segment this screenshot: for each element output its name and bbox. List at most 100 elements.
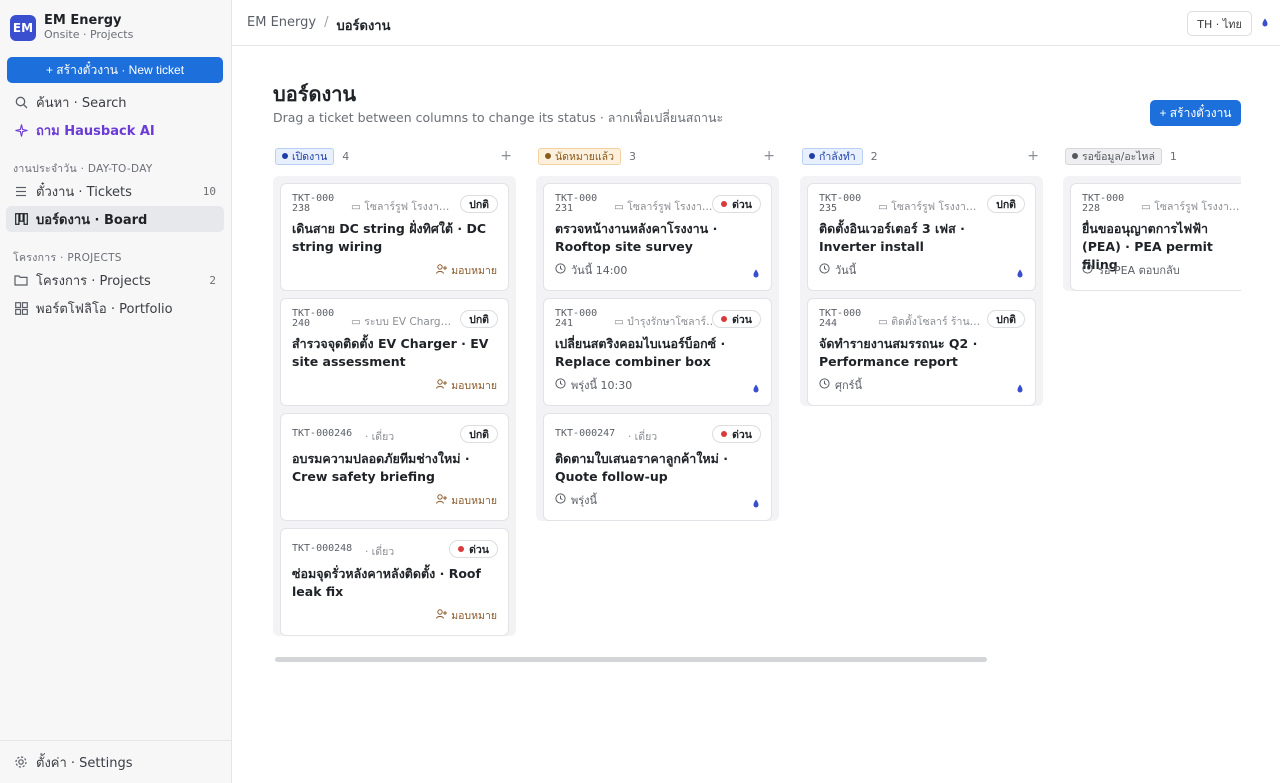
assign-action[interactable]: มอบหมาย (436, 262, 497, 279)
ticket-project: ▭ บำรุงรักษาโซลาร์ โรงแรม (614, 316, 719, 328)
due-label: รอ PEA ตอบกลับ (1098, 264, 1180, 277)
status-dot (809, 153, 815, 159)
priority-badge: ด่วน (712, 310, 761, 328)
ticket-id: TKT-000228 (1082, 193, 1125, 214)
assign-action[interactable]: มอบหมาย (436, 607, 497, 624)
priority-label: ด่วน (469, 543, 489, 556)
column-count: 1 (1169, 149, 1177, 163)
ticket-project: ▭ โซลาร์รูฟ โรงงานสมุทรปราการ (351, 201, 456, 213)
status-label: เปิดงาน (292, 150, 328, 163)
clock-icon (555, 263, 566, 277)
priority-label: ปกติ (469, 198, 489, 211)
sidebar-item-settings[interactable]: ตั้งค่า · Settings (6, 749, 224, 775)
assign-label: มอบหมาย (451, 610, 497, 622)
add-assignee-icon (436, 379, 448, 392)
column-count: 2 (870, 149, 878, 163)
ticket-card[interactable]: TKT-000241 ▭ บำรุงรักษาโซลาร์ โรงแรม ด่ว… (543, 298, 772, 406)
ticket-title: ซ่อมจุดรั่วหลังคาหลังติดตั้ง · Roof leak… (292, 566, 481, 599)
assign-label: มอบหมาย (451, 495, 497, 507)
ticket-id: TKT-000246 (292, 428, 353, 439)
sidebar-item-projects[interactable]: โครงการ · Projects 2 (6, 267, 224, 293)
add-assignee-icon (436, 609, 448, 622)
sidebar-item-label: ถาม Hausback AI (36, 123, 155, 139)
clock-icon (555, 378, 566, 392)
ticket-id: TKT-000244 (819, 308, 862, 329)
column-header: เปิดงาน 4 + (273, 146, 516, 166)
priority-label: ปกติ (469, 313, 489, 326)
add-card-button[interactable]: + (1027, 148, 1039, 164)
status-pill: เปิดงาน (275, 147, 335, 165)
grid-icon (14, 301, 28, 315)
sidebar-item-label: พอร์ตโฟลิโอ · Portfolio (36, 301, 173, 317)
ticket-id: TKT-000235 (819, 193, 862, 214)
board-column-1: เปิดงาน 4 + TKT-000238 ▭ โซลาร์รูฟ โรงงา… (273, 146, 516, 644)
create-ticket-button[interactable]: + สร้างตั๋วงาน (1150, 100, 1241, 126)
avatar-icon[interactable] (1262, 18, 1268, 27)
column-body: TKT-000235 ▭ โซลาร์รูฟ โรงงานสมุทรปราการ… (800, 176, 1043, 406)
due-time: พรุ่งนี้ (555, 491, 597, 509)
sidebar-item-tickets[interactable]: ตั๋วงาน · Tickets 10 (6, 178, 224, 204)
assign-action[interactable]: มอบหมาย (436, 492, 497, 509)
due-time: รอ PEA ตอบกลับ (1082, 261, 1180, 279)
brand-logo: EM (10, 14, 36, 41)
urgent-dot (721, 431, 728, 437)
priority-badge: ปกติ (987, 195, 1025, 213)
new-ticket-button[interactable]: + สร้างตั๋วงาน · New ticket (7, 57, 223, 83)
ticket-project: ▭ ระบบ EV Charger คอนโด (351, 316, 456, 328)
breadcrumb: EM Energy / บอร์ดงาน (247, 15, 391, 36)
breadcrumb-separator: / (324, 15, 329, 30)
status-dot (1072, 153, 1078, 159)
ticket-title: เปลี่ยนสตริงคอมไบเนอร์บ็อกซ์ · Replace c… (555, 336, 726, 369)
sidebar-item-board[interactable]: บอร์ดงาน · Board (6, 206, 224, 232)
due-time: พรุ่งนี้ 10:30 (555, 376, 632, 394)
add-card-button[interactable]: + (763, 148, 775, 164)
priority-badge: ปกติ (460, 195, 498, 213)
ticket-card[interactable]: TKT-000247 · เดี่ยว ด่วน ติดตามใบเสนอราค… (543, 413, 772, 521)
add-card-button[interactable]: + (500, 148, 512, 164)
assignee-avatar-icon (753, 499, 759, 508)
ticket-card[interactable]: TKT-000228 ▭ โซลาร์รูฟ โรงงานสมุทรปราการ… (1070, 183, 1246, 291)
sidebar-item-search[interactable]: ค้นหา · Search (6, 89, 224, 115)
priority-label: ด่วน (732, 198, 752, 211)
ticket-card[interactable]: TKT-000231 ▭ โซลาร์รูฟ โรงงานสมุทรปราการ… (543, 183, 772, 291)
column-header: นัดหมายแล้ว 3 + (536, 146, 779, 166)
sidebar-item-ai[interactable]: ถาม Hausback AI (6, 117, 224, 143)
ticket-project: ▭ โซลาร์รูฟ โรงงานสมุทรปราการ (1141, 201, 1246, 213)
sidebar-item-portfolio[interactable]: พอร์ตโฟลิโอ · Portfolio (6, 295, 224, 321)
breadcrumb-root[interactable]: EM Energy (247, 15, 316, 36)
status-label: นัดหมายแล้ว (555, 150, 614, 163)
status-label: รอข้อมูล/อะไหล่ (1082, 150, 1155, 163)
due-time: ศุกร์นี้ (819, 376, 862, 394)
ticket-card[interactable]: TKT-000248 · เดี่ยว ด่วน ซ่อมจุดรั่วหลัง… (280, 528, 509, 636)
list-icon (14, 184, 28, 198)
ticket-title: ติดตามใบเสนอราคาลูกค้าใหม่ · Quote follo… (555, 451, 729, 484)
ticket-card[interactable]: TKT-000238 ▭ โซลาร์รูฟ โรงงานสมุทรปราการ… (280, 183, 509, 291)
gear-icon (14, 755, 28, 769)
priority-badge: ด่วน (712, 195, 761, 213)
assignee-avatar-icon (1017, 269, 1023, 278)
brand-name: EM Energy (44, 13, 122, 28)
status-pill: รอข้อมูล/อะไหล่ (1065, 147, 1162, 165)
folder-icon (14, 273, 28, 287)
search-icon (14, 95, 28, 109)
language-switcher[interactable]: TH · ไทย (1187, 11, 1252, 36)
assign-action[interactable]: มอบหมาย (436, 377, 497, 394)
ticket-card[interactable]: TKT-000240 ▭ ระบบ EV Charger คอนโด ปกติ … (280, 298, 509, 406)
ticket-card[interactable]: TKT-000235 ▭ โซลาร์รูฟ โรงงานสมุทรปราการ… (807, 183, 1036, 291)
assign-label: มอบหมาย (451, 265, 497, 277)
horizontal-scrollbar[interactable] (275, 657, 987, 662)
priority-badge: ปกติ (460, 310, 498, 328)
topbar: EM Energy / บอร์ดงาน TH · ไทย (232, 0, 1280, 46)
column-count: 4 (342, 149, 350, 163)
sidebar-item-label: โครงการ · Projects (36, 273, 151, 289)
ticket-card[interactable]: TKT-000244 ▭ ติดตั้งโซลาร์ ร้านโกดัง ปกต… (807, 298, 1036, 406)
ticket-title: สำรวจจุดติดตั้ง EV Charger · EV site ass… (292, 336, 489, 369)
page-title: บอร์ดงาน (273, 82, 357, 106)
sidebar: EM EM Energy Onsite · Projects + สร้างตั… (0, 0, 232, 783)
ticket-title: จัดทำรายงานสมรรถนะ Q2 · Performance repo… (819, 336, 978, 369)
ticket-card[interactable]: TKT-000246 · เดี่ยว ปกติ อบรมความปลอดภัย… (280, 413, 509, 521)
column-body: TKT-000228 ▭ โซลาร์รูฟ โรงงานสมุทรปราการ… (1063, 176, 1253, 291)
ticket-title: อบรมความปลอดภัยทีมช่างใหม่ · Crew safety… (292, 451, 470, 484)
brand[interactable]: EM EM Energy Onsite · Projects (10, 13, 133, 42)
priority-badge: ด่วน (712, 425, 761, 443)
